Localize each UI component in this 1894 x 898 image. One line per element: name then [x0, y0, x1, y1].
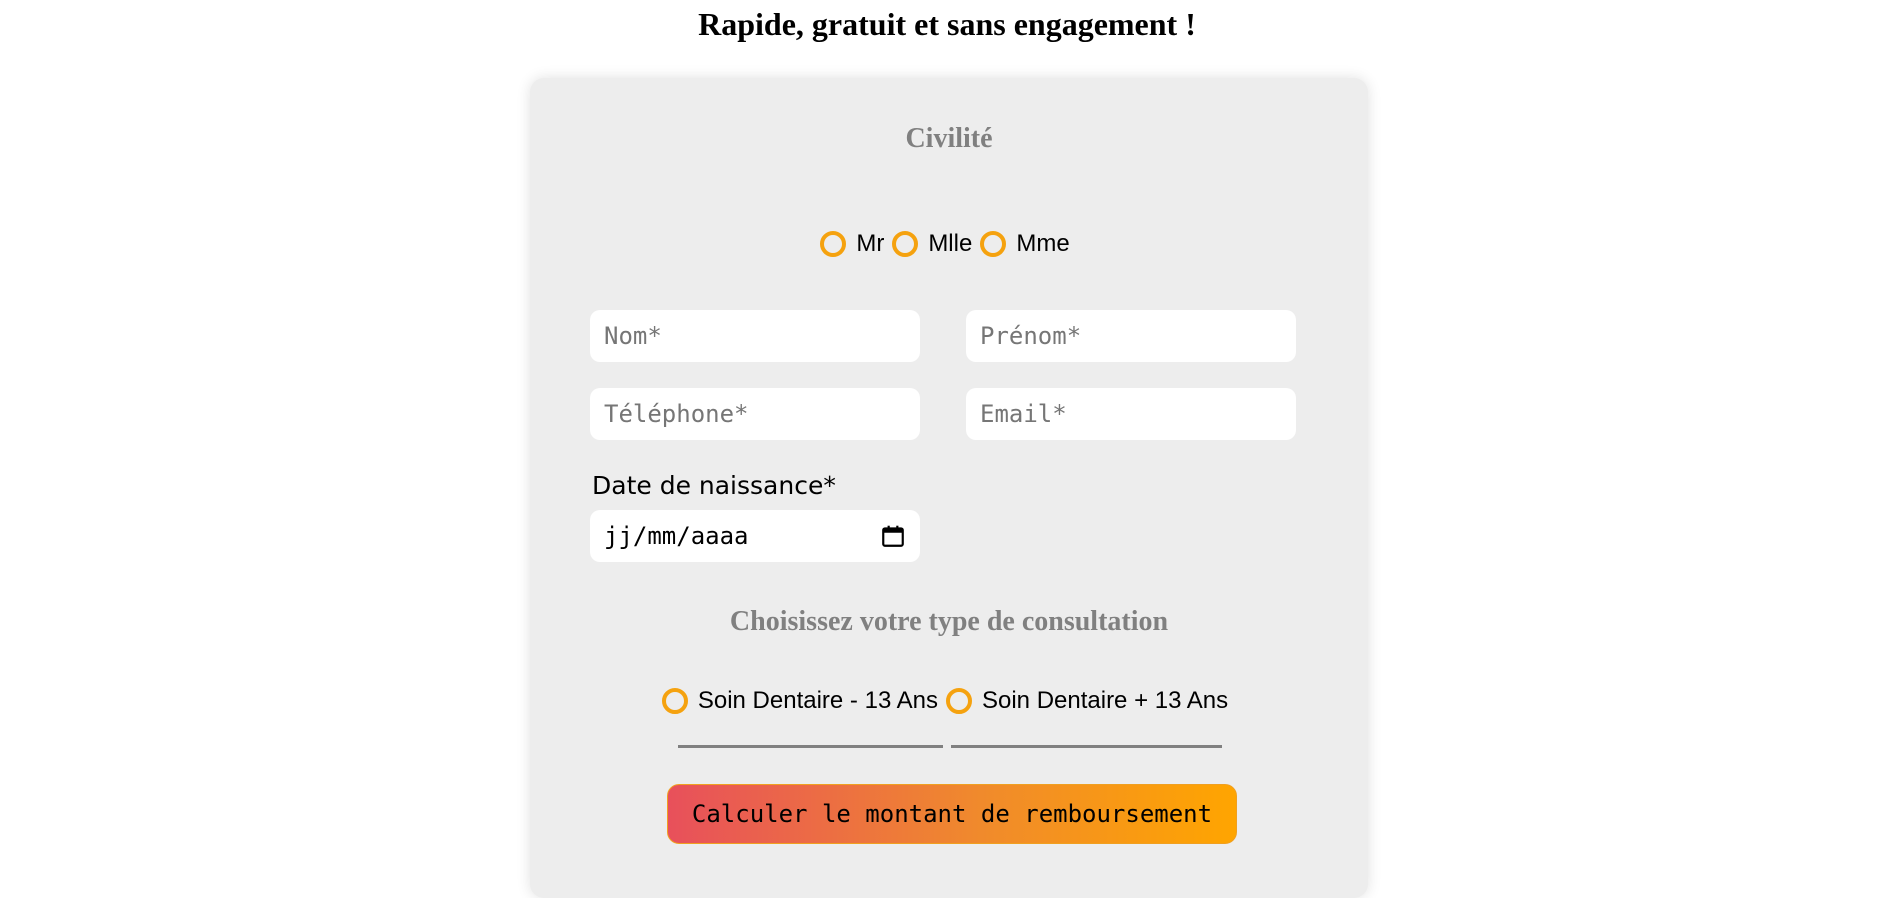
calendar-icon[interactable]	[880, 523, 906, 549]
calculate-reimbursement-button[interactable]: Calculer le montant de remboursement	[667, 784, 1237, 844]
radio-label-mlle: Mlle	[928, 230, 973, 257]
radio-over-13[interactable]	[945, 688, 972, 714]
quote-form-card: Civilité Mr Mlle Mme Nom* Prénom* Téléph…	[530, 78, 1368, 898]
radio-label-over-13: Soin Dentaire + 13 Ans	[981, 687, 1229, 714]
civility-option-mlle[interactable]: Mlle	[892, 230, 980, 258]
consultation-underline-1	[678, 745, 943, 748]
radio-mr[interactable]	[820, 231, 847, 257]
civility-title: Civilité	[905, 123, 993, 154]
consultation-option-over-13[interactable]: Soin Dentaire + 13 Ans	[945, 687, 1236, 715]
civility-option-mr[interactable]: Mr	[820, 230, 892, 258]
radio-under-13[interactable]	[661, 688, 688, 714]
consultation-underline-2	[951, 745, 1222, 748]
page-title: Rapide, gratuit et sans engagement !	[698, 6, 1196, 42]
consultation-title: Choisissez votre type de consultation	[729, 606, 1169, 637]
radio-mme[interactable]	[980, 231, 1007, 257]
consultation-option-under-13[interactable]: Soin Dentaire - 13 Ans	[661, 687, 946, 715]
civility-option-mme[interactable]: Mme	[980, 230, 1077, 258]
radio-label-mr: Mr	[856, 230, 885, 257]
consultation-radio-group: Soin Dentaire - 13 Ans Soin Dentaire + 1…	[530, 683, 1368, 719]
civility-radio-group: Mr Mlle Mme	[530, 226, 1368, 262]
prenom-input[interactable]: Prénom*	[966, 310, 1296, 362]
nom-input[interactable]: Nom*	[590, 310, 920, 362]
birthdate-input[interactable]: jj/mm/aaaa	[590, 510, 920, 562]
radio-label-mme: Mme	[1016, 230, 1070, 257]
email-input[interactable]: Email*	[966, 388, 1296, 440]
radio-mlle[interactable]	[892, 231, 919, 257]
telephone-input[interactable]: Téléphone*	[590, 388, 920, 440]
radio-label-under-13: Soin Dentaire - 13 Ans	[697, 687, 938, 714]
birthdate-label: Date de naissance*	[592, 471, 836, 500]
birthdate-placeholder: jj/mm/aaaa	[604, 522, 749, 550]
